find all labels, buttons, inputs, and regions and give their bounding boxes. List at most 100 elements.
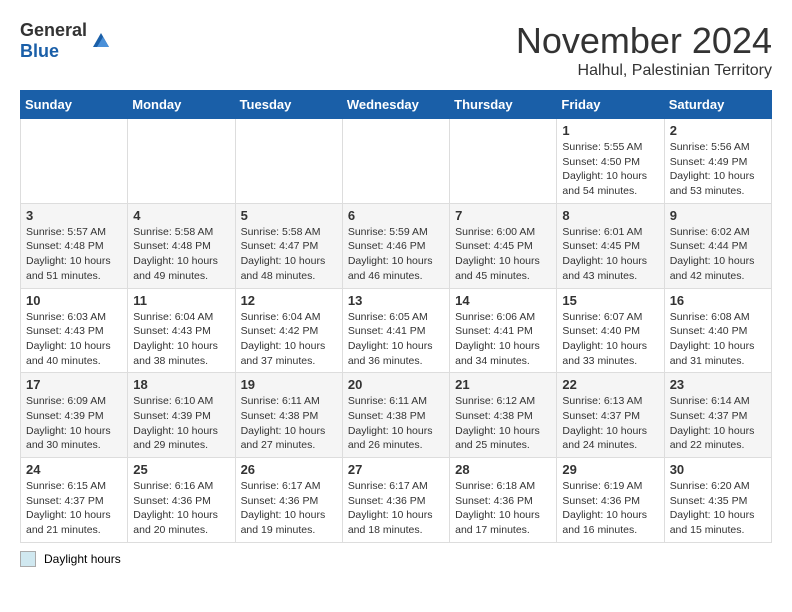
day-number: 23 — [670, 377, 766, 392]
legend: Daylight hours — [20, 551, 772, 567]
day-info: Sunrise: 6:04 AM Sunset: 4:42 PM Dayligh… — [241, 310, 337, 369]
day-number: 20 — [348, 377, 444, 392]
day-number: 29 — [562, 462, 658, 477]
logo-text: General Blue — [20, 20, 87, 62]
calendar-cell: 8 Sunrise: 6:01 AM Sunset: 4:45 PM Daylig… — [557, 203, 664, 288]
day-number: 1 — [562, 123, 658, 138]
calendar-week-4: 17 Sunrise: 6:09 AM Sunset: 4:39 PM Dayli… — [21, 373, 772, 458]
day-info: Sunrise: 6:12 AM Sunset: 4:38 PM Dayligh… — [455, 394, 551, 453]
calendar-cell: 16 Sunrise: 6:08 AM Sunset: 4:40 PM Dayli… — [664, 288, 771, 373]
calendar-cell: 26 Sunrise: 6:17 AM Sunset: 4:36 PM Dayli… — [235, 458, 342, 543]
day-info: Sunrise: 5:58 AM Sunset: 4:47 PM Dayligh… — [241, 225, 337, 284]
day-number: 22 — [562, 377, 658, 392]
calendar-cell: 13 Sunrise: 6:05 AM Sunset: 4:41 PM Dayli… — [342, 288, 449, 373]
calendar-cell — [342, 119, 449, 204]
calendar-cell: 2Sunrise: 5:56 AM Sunset: 4:49 PM Daylig… — [664, 119, 771, 204]
day-info: Sunrise: 6:01 AM Sunset: 4:45 PM Dayligh… — [562, 225, 658, 284]
day-info: Sunrise: 6:15 AM Sunset: 4:37 PM Dayligh… — [26, 479, 122, 538]
weekday-header-friday: Friday — [557, 91, 664, 119]
calendar-cell: 19 Sunrise: 6:11 AM Sunset: 4:38 PM Dayli… — [235, 373, 342, 458]
day-number: 18 — [133, 377, 229, 392]
weekday-header-saturday: Saturday — [664, 91, 771, 119]
calendar-cell: 7 Sunrise: 6:00 AM Sunset: 4:45 PM Daylig… — [450, 203, 557, 288]
day-info: Sunrise: 5:57 AM Sunset: 4:48 PM Dayligh… — [26, 225, 122, 284]
day-number: 24 — [26, 462, 122, 477]
day-info: Sunrise: 6:18 AM Sunset: 4:36 PM Dayligh… — [455, 479, 551, 538]
calendar-week-1: 1 Sunrise: 5:55 AM Sunset: 4:50 PM Daylig… — [21, 119, 772, 204]
logo: General Blue — [20, 20, 113, 62]
day-info: Sunrise: 5:55 AM Sunset: 4:50 PM Dayligh… — [562, 140, 658, 199]
calendar-week-2: 3 Sunrise: 5:57 AM Sunset: 4:48 PM Daylig… — [21, 203, 772, 288]
calendar-cell: 11 Sunrise: 6:04 AM Sunset: 4:43 PM Dayli… — [128, 288, 235, 373]
day-number: 10 — [26, 293, 122, 308]
logo-icon — [89, 29, 113, 53]
day-info: Sunrise: 6:00 AM Sunset: 4:45 PM Dayligh… — [455, 225, 551, 284]
calendar-week-5: 24 Sunrise: 6:15 AM Sunset: 4:37 PM Dayli… — [21, 458, 772, 543]
calendar-cell: 5 Sunrise: 5:58 AM Sunset: 4:47 PM Daylig… — [235, 203, 342, 288]
day-info: Sunrise: 5:58 AM Sunset: 4:48 PM Dayligh… — [133, 225, 229, 284]
day-info: Sunrise: 6:19 AM Sunset: 4:36 PM Dayligh… — [562, 479, 658, 538]
day-number: 28 — [455, 462, 551, 477]
day-info: Sunrise: 6:11 AM Sunset: 4:38 PM Dayligh… — [348, 394, 444, 453]
day-number: 17 — [26, 377, 122, 392]
title-block: November 2024 Halhul, Palestinian Territ… — [516, 20, 772, 80]
calendar-cell: 3 Sunrise: 5:57 AM Sunset: 4:48 PM Daylig… — [21, 203, 128, 288]
day-number: 5 — [241, 208, 337, 223]
day-number: 12 — [241, 293, 337, 308]
day-info: Sunrise: 6:20 AM Sunset: 4:35 PM Dayligh… — [670, 479, 766, 538]
day-number: 7 — [455, 208, 551, 223]
calendar-cell: 9Sunrise: 6:02 AM Sunset: 4:44 PM Daylig… — [664, 203, 771, 288]
calendar-cell: 1 Sunrise: 5:55 AM Sunset: 4:50 PM Daylig… — [557, 119, 664, 204]
calendar-cell: 23Sunrise: 6:14 AM Sunset: 4:37 PM Dayli… — [664, 373, 771, 458]
calendar-cell: 15Sunrise: 6:07 AM Sunset: 4:40 PM Dayli… — [557, 288, 664, 373]
day-number: 3 — [26, 208, 122, 223]
calendar-cell: 22 Sunrise: 6:13 AM Sunset: 4:37 PM Dayli… — [557, 373, 664, 458]
day-number: 4 — [133, 208, 229, 223]
calendar-cell: 25 Sunrise: 6:16 AM Sunset: 4:36 PM Dayli… — [128, 458, 235, 543]
day-info: Sunrise: 6:03 AM Sunset: 4:43 PM Dayligh… — [26, 310, 122, 369]
calendar-cell: 29 Sunrise: 6:19 AM Sunset: 4:36 PM Dayli… — [557, 458, 664, 543]
weekday-header-tuesday: Tuesday — [235, 91, 342, 119]
day-info: Sunrise: 6:11 AM Sunset: 4:38 PM Dayligh… — [241, 394, 337, 453]
location-subtitle: Halhul, Palestinian Territory — [516, 62, 772, 80]
calendar-cell — [235, 119, 342, 204]
day-number: 19 — [241, 377, 337, 392]
day-number: 21 — [455, 377, 551, 392]
day-number: 6 — [348, 208, 444, 223]
logo-general: General — [20, 20, 87, 40]
calendar-cell: 10 Sunrise: 6:03 AM Sunset: 4:43 PM Dayli… — [21, 288, 128, 373]
page-header: General Blue November 2024 Halhul, Pales… — [20, 20, 772, 80]
calendar-cell: 17 Sunrise: 6:09 AM Sunset: 4:39 PM Dayli… — [21, 373, 128, 458]
weekday-header-thursday: Thursday — [450, 91, 557, 119]
day-info: Sunrise: 6:17 AM Sunset: 4:36 PM Dayligh… — [241, 479, 337, 538]
calendar-cell — [450, 119, 557, 204]
calendar-week-3: 10 Sunrise: 6:03 AM Sunset: 4:43 PM Dayli… — [21, 288, 772, 373]
day-number: 15 — [562, 293, 658, 308]
day-info: Sunrise: 6:08 AM Sunset: 4:40 PM Dayligh… — [670, 310, 766, 369]
day-number: 25 — [133, 462, 229, 477]
day-info: Sunrise: 6:04 AM Sunset: 4:43 PM Dayligh… — [133, 310, 229, 369]
calendar-cell: 27Sunrise: 6:17 AM Sunset: 4:36 PM Dayli… — [342, 458, 449, 543]
day-number: 8 — [562, 208, 658, 223]
day-info: Sunrise: 5:59 AM Sunset: 4:46 PM Dayligh… — [348, 225, 444, 284]
day-info: Sunrise: 6:13 AM Sunset: 4:37 PM Dayligh… — [562, 394, 658, 453]
month-title: November 2024 — [516, 20, 772, 62]
calendar-cell: 20 Sunrise: 6:11 AM Sunset: 4:38 PM Dayli… — [342, 373, 449, 458]
calendar-cell: 24 Sunrise: 6:15 AM Sunset: 4:37 PM Dayli… — [21, 458, 128, 543]
day-info: Sunrise: 6:05 AM Sunset: 4:41 PM Dayligh… — [348, 310, 444, 369]
day-number: 13 — [348, 293, 444, 308]
calendar-cell: 28 Sunrise: 6:18 AM Sunset: 4:36 PM Dayli… — [450, 458, 557, 543]
day-number: 27 — [348, 462, 444, 477]
day-number: 11 — [133, 293, 229, 308]
calendar-cell: 30Sunrise: 6:20 AM Sunset: 4:35 PM Dayli… — [664, 458, 771, 543]
day-info: Sunrise: 6:16 AM Sunset: 4:36 PM Dayligh… — [133, 479, 229, 538]
day-number: 26 — [241, 462, 337, 477]
calendar-cell: 4 Sunrise: 5:58 AM Sunset: 4:48 PM Daylig… — [128, 203, 235, 288]
calendar-cell: 6 Sunrise: 5:59 AM Sunset: 4:46 PM Daylig… — [342, 203, 449, 288]
day-number: 16 — [670, 293, 766, 308]
day-info: Sunrise: 6:02 AM Sunset: 4:44 PM Dayligh… — [670, 225, 766, 284]
calendar-cell: 21 Sunrise: 6:12 AM Sunset: 4:38 PM Dayli… — [450, 373, 557, 458]
legend-label: Daylight hours — [44, 552, 121, 566]
calendar-cell — [21, 119, 128, 204]
day-info: Sunrise: 6:09 AM Sunset: 4:39 PM Dayligh… — [26, 394, 122, 453]
